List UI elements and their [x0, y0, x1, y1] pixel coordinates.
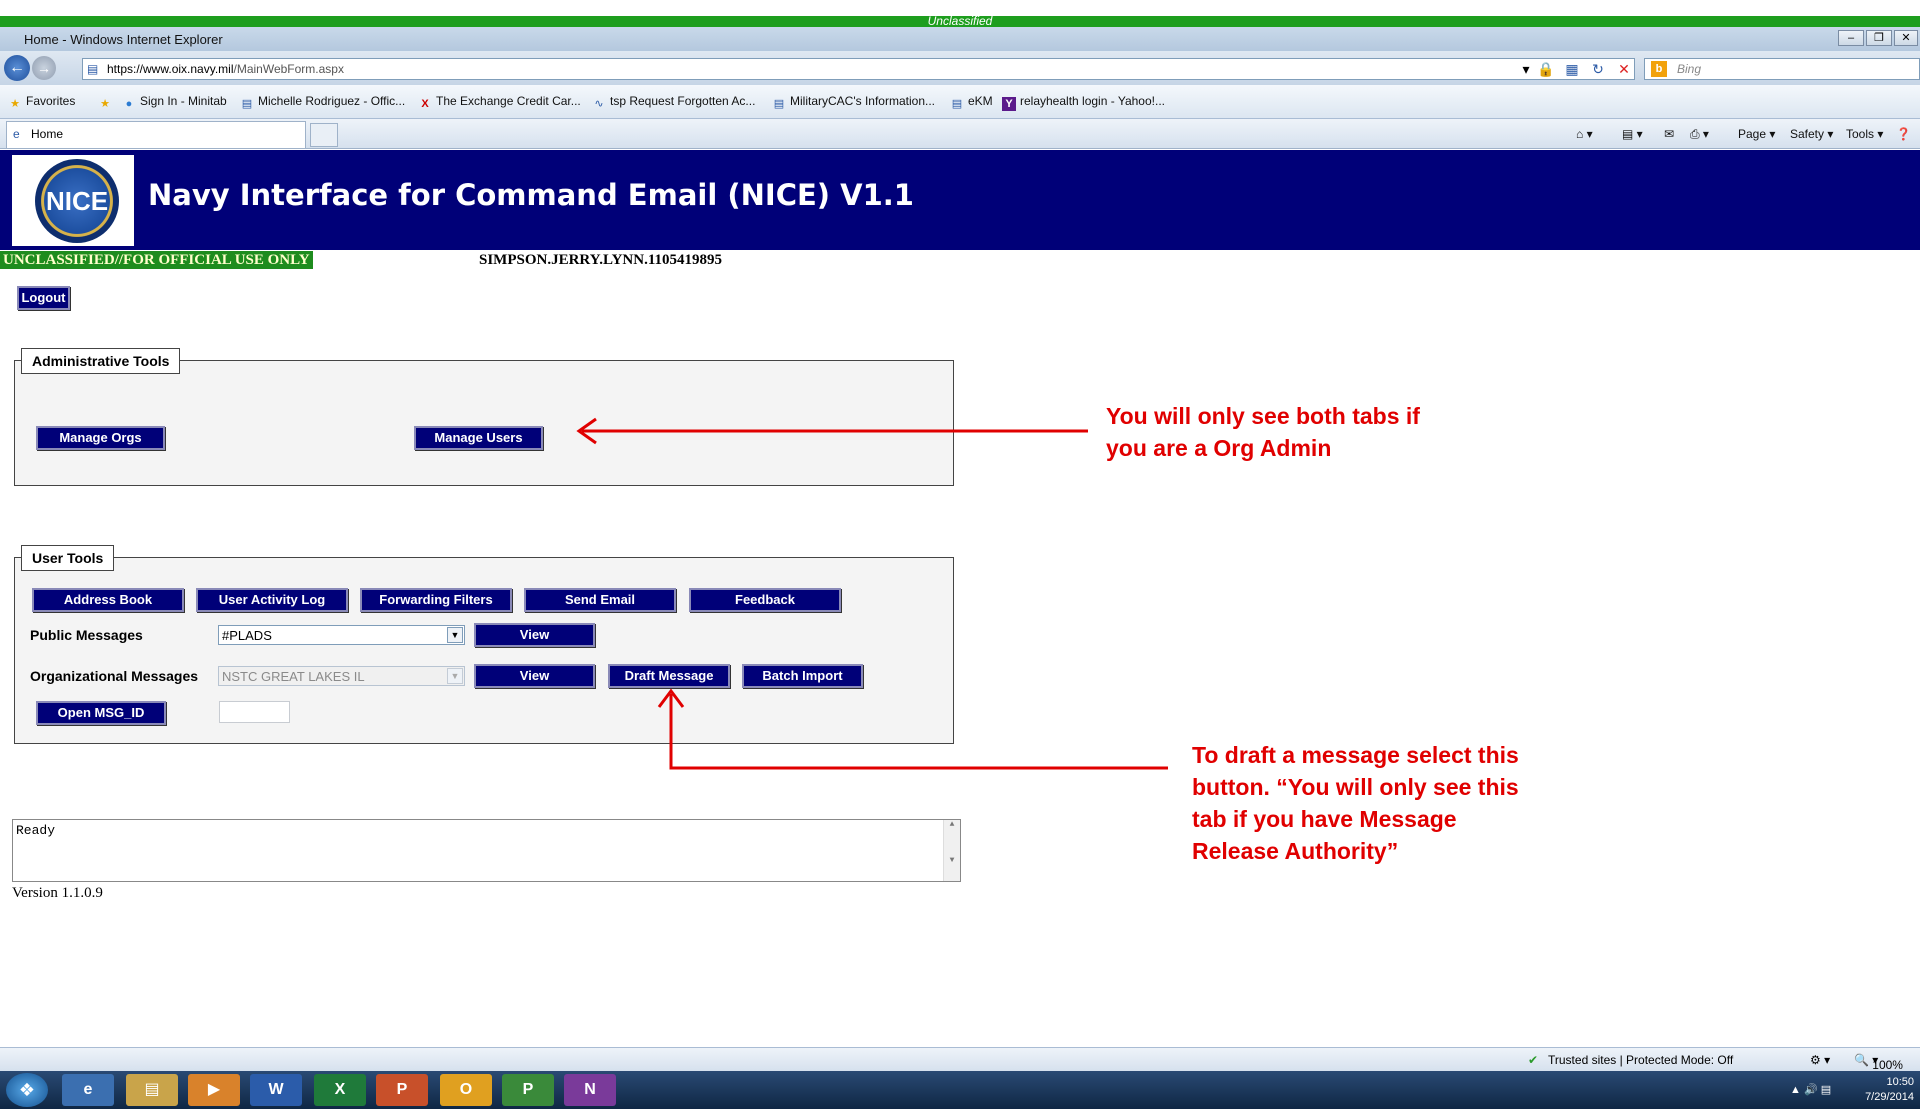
clock[interactable]: 10:50 7/29/2014 [1865, 1075, 1914, 1105]
outlook-taskbar-icon[interactable]: O [440, 1074, 492, 1106]
start-button[interactable]: ❖ [6, 1073, 48, 1107]
powerpoint-taskbar-icon[interactable]: P [376, 1074, 428, 1106]
annotation-arrows [576, 417, 1168, 770]
project-taskbar-icon[interactable]: P [502, 1074, 554, 1106]
word-taskbar-icon[interactable]: W [250, 1074, 302, 1106]
annotation-draft-note: To draft a message select this button. “… [1192, 739, 1519, 867]
tray-icons[interactable]: ▲ 🔊 ▤ [1790, 1083, 1831, 1096]
excel-taskbar-icon[interactable]: X [314, 1074, 366, 1106]
explorer-taskbar-icon[interactable]: ▤ [126, 1074, 178, 1106]
arrow-line-draft [669, 694, 1168, 770]
checkmark-icon: ✔ [1528, 1053, 1539, 1067]
zoom-level: 100% [1872, 1058, 1903, 1072]
annotation-line: button. “You will only see this [1192, 774, 1519, 800]
media-player-taskbar-icon[interactable]: ▶ [188, 1074, 240, 1106]
security-zone[interactable]: Trusted sites | Protected Mode: Off [1548, 1053, 1733, 1067]
annotation-line: To draft a message select this [1192, 742, 1519, 768]
annotation-line: Release Authority” [1192, 838, 1399, 864]
protected-mode-icon[interactable]: ⚙ ▾ [1810, 1053, 1830, 1067]
annotation-line: tab if you have Message [1192, 806, 1457, 832]
annotation-tabs-note: You will only see both tabs if you are a… [1106, 400, 1420, 464]
ie-taskbar-icon[interactable]: e [62, 1074, 114, 1106]
windows-taskbar: ❖ e ▤ ▶ W X P O P N ▲ 🔊 ▤ 10:50 7/29/201… [0, 1071, 1920, 1109]
annotation-line: you are a Org Admin [1106, 435, 1332, 461]
clock-date: 7/29/2014 [1865, 1091, 1914, 1103]
annotation-line: You will only see both tabs if [1106, 403, 1420, 429]
zoom-control[interactable]: 🔍 100% ▾ [1854, 1053, 1903, 1072]
browser-status-bar: ✔ Trusted sites | Protected Mode: Off ⚙ … [0, 1047, 1920, 1072]
onenote-taskbar-icon[interactable]: N [564, 1074, 616, 1106]
clock-time: 10:50 [1886, 1076, 1914, 1088]
